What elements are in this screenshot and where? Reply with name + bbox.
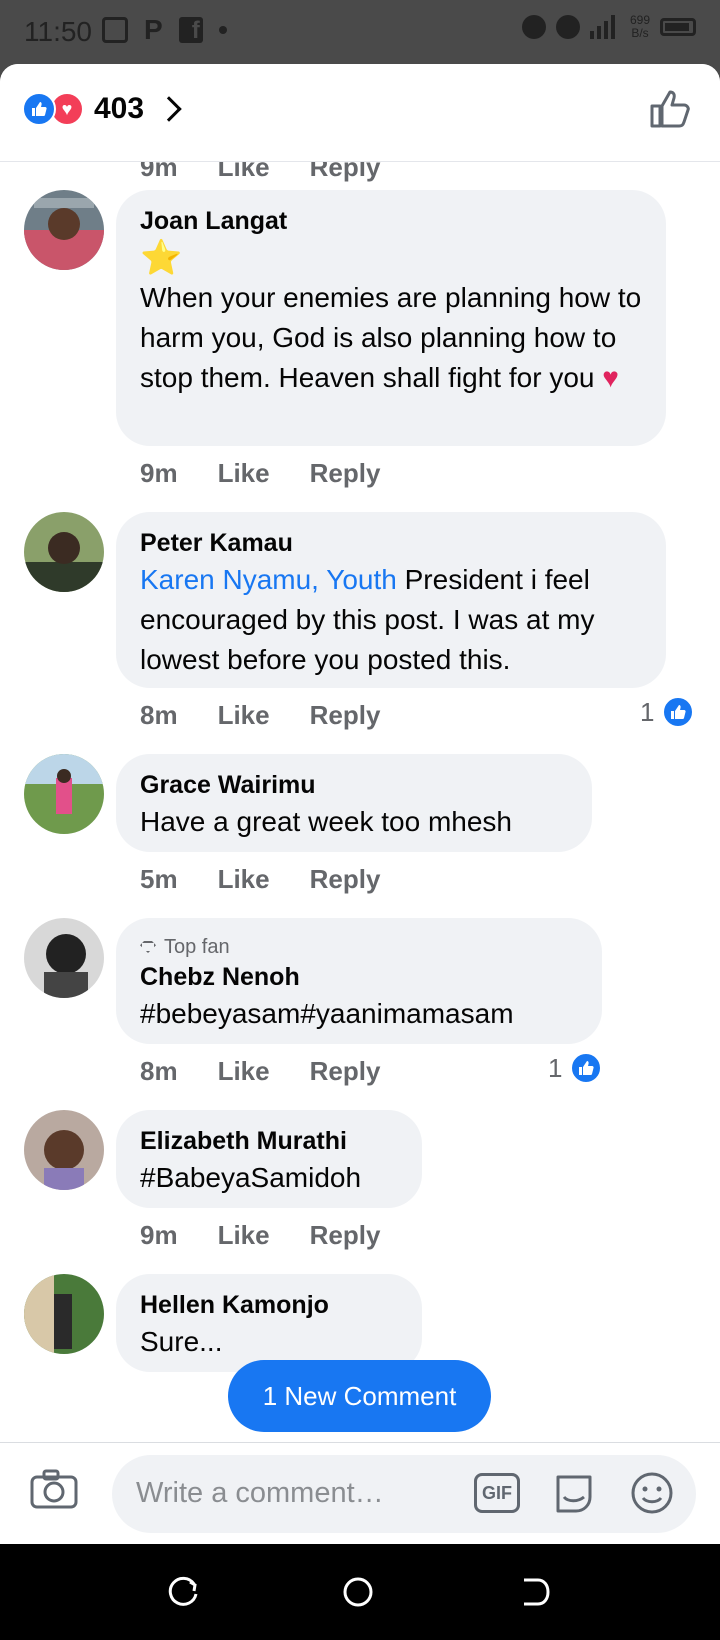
commenter-name[interactable]: Peter Kamau (140, 526, 642, 560)
comments-sheet: 9m Like Reply Joan Langat ⭐ When your enem… (0, 64, 720, 1544)
comment-actions: 5m Like Reply (140, 864, 380, 895)
commenter-name[interactable]: Hellen Kamonjo (140, 1288, 398, 1322)
comment-time: 8m (140, 700, 178, 730)
alarm-icon (521, 15, 546, 39)
camera-icon[interactable] (30, 1469, 78, 1509)
avatar[interactable] (24, 754, 104, 834)
reply-link[interactable]: Reply (310, 864, 381, 895)
more-dot-icon (218, 26, 227, 34)
star-emoji: ⭐ (140, 239, 183, 277)
comment-time: 9m (140, 1220, 178, 1250)
avatar[interactable] (24, 1110, 104, 1190)
network-speed: 699 B/s (629, 13, 650, 40)
comment-text: Sure... (140, 1326, 223, 1357)
like-link[interactable]: Like (218, 458, 270, 489)
battery-icon (660, 18, 696, 36)
p-app-icon: P (144, 14, 163, 45)
reply-link[interactable]: Reply (310, 1056, 381, 1087)
comment-text: #BabeyaSamidoh (140, 1162, 362, 1193)
notification-icons: P f (102, 14, 227, 46)
reply-link[interactable]: Reply (310, 1220, 381, 1251)
like-post-icon[interactable] (648, 86, 692, 130)
system-icons: 699 B/s (521, 13, 696, 40)
avatar[interactable] (24, 918, 104, 998)
like-link[interactable]: Like (218, 700, 270, 731)
android-nav-bar (0, 1544, 720, 1640)
diamond-icon (140, 941, 156, 953)
signal-icon (589, 15, 620, 39)
like-link[interactable]: Like (218, 864, 270, 895)
top-fan-badge: Top fan (140, 934, 578, 960)
comment-text: Have a great week too mhesh (140, 806, 512, 837)
comment-like-count[interactable]: 1 (548, 1052, 603, 1084)
comment-bubble[interactable]: Elizabeth Murathi #BabeyaSamidoh (116, 1110, 422, 1208)
news-icon (102, 17, 128, 43)
comment-bubble[interactable]: Grace Wairimu Have a great week too mhes… (116, 754, 592, 852)
comment-time: 9m (140, 458, 178, 488)
back-icon[interactable] (520, 1576, 552, 1608)
avatar[interactable] (24, 512, 104, 592)
commenter-name[interactable]: Joan Langat (140, 204, 642, 238)
comment-bubble[interactable]: Joan Langat ⭐ When your enemies are plan… (116, 190, 666, 446)
reactions-summary[interactable]: ♥ 403 (22, 92, 182, 126)
comment-bubble[interactable]: Hellen Kamonjo Sure... (116, 1274, 422, 1372)
heart-emoji: ♥ (602, 362, 619, 393)
comment-time: 5m (140, 864, 178, 894)
recent-apps-icon[interactable] (168, 1576, 200, 1608)
data-saver-icon (555, 15, 580, 39)
sticker-icon[interactable] (552, 1471, 596, 1515)
chevron-right-icon (156, 96, 182, 122)
comment-placeholder: Write a comment… (136, 1477, 384, 1509)
avatar[interactable] (24, 1274, 104, 1354)
comment-text: When your enemies are planning how to ha… (140, 282, 642, 393)
thumbs-up-icon (570, 1052, 603, 1084)
gif-button[interactable]: GIF (474, 1473, 520, 1513)
reaction-count: 403 (94, 92, 145, 125)
mention-link[interactable]: Karen Nyamu, Youth (140, 564, 397, 595)
new-comment-button[interactable]: 1 New Comment (228, 1360, 491, 1432)
status-bar: 11:50 P f 699 B/s (0, 0, 720, 64)
comment-bubble[interactable]: Peter Kamau Karen Nyamu, Youth President… (116, 512, 666, 688)
reply-link[interactable]: Reply (310, 700, 381, 731)
reactions-header: ♥ 403 (0, 64, 720, 162)
comment-actions: 9m Like Reply (140, 458, 380, 489)
like-link[interactable]: Like (218, 1056, 270, 1087)
like-link[interactable]: Like (218, 1220, 270, 1251)
reply-link[interactable]: Reply (310, 458, 381, 489)
comment-bubble[interactable]: Top fan Chebz Nenoh #bebeyasam#yaanimama… (116, 918, 602, 1044)
comment-text: #bebeyasam#yaanimamasam (140, 998, 514, 1029)
like-reaction-icon (22, 92, 56, 126)
home-icon[interactable] (342, 1576, 374, 1608)
comment-time: 8m (140, 1056, 178, 1086)
comment-like-count[interactable]: 1 (640, 696, 695, 728)
emoji-icon[interactable] (630, 1471, 674, 1515)
facebook-icon: f (178, 17, 203, 44)
comment-text: Karen Nyamu, Youth President i feel enco… (140, 564, 595, 675)
commenter-name[interactable]: Elizabeth Murathi (140, 1124, 398, 1158)
status-time: 11:50 (24, 16, 92, 47)
comment-actions: 8m Like Reply (140, 700, 380, 731)
commenter-name[interactable]: Grace Wairimu (140, 768, 568, 802)
comment-actions: 8m Like Reply (140, 1056, 380, 1087)
comment-input[interactable]: Write a comment… GIF (112, 1455, 696, 1533)
thumbs-up-icon (662, 696, 695, 728)
commenter-name[interactable]: Chebz Nenoh (140, 960, 578, 994)
avatar[interactable] (24, 190, 104, 270)
comment-composer: Write a comment… GIF (0, 1442, 720, 1544)
comment-actions: 9m Like Reply (140, 1220, 380, 1251)
